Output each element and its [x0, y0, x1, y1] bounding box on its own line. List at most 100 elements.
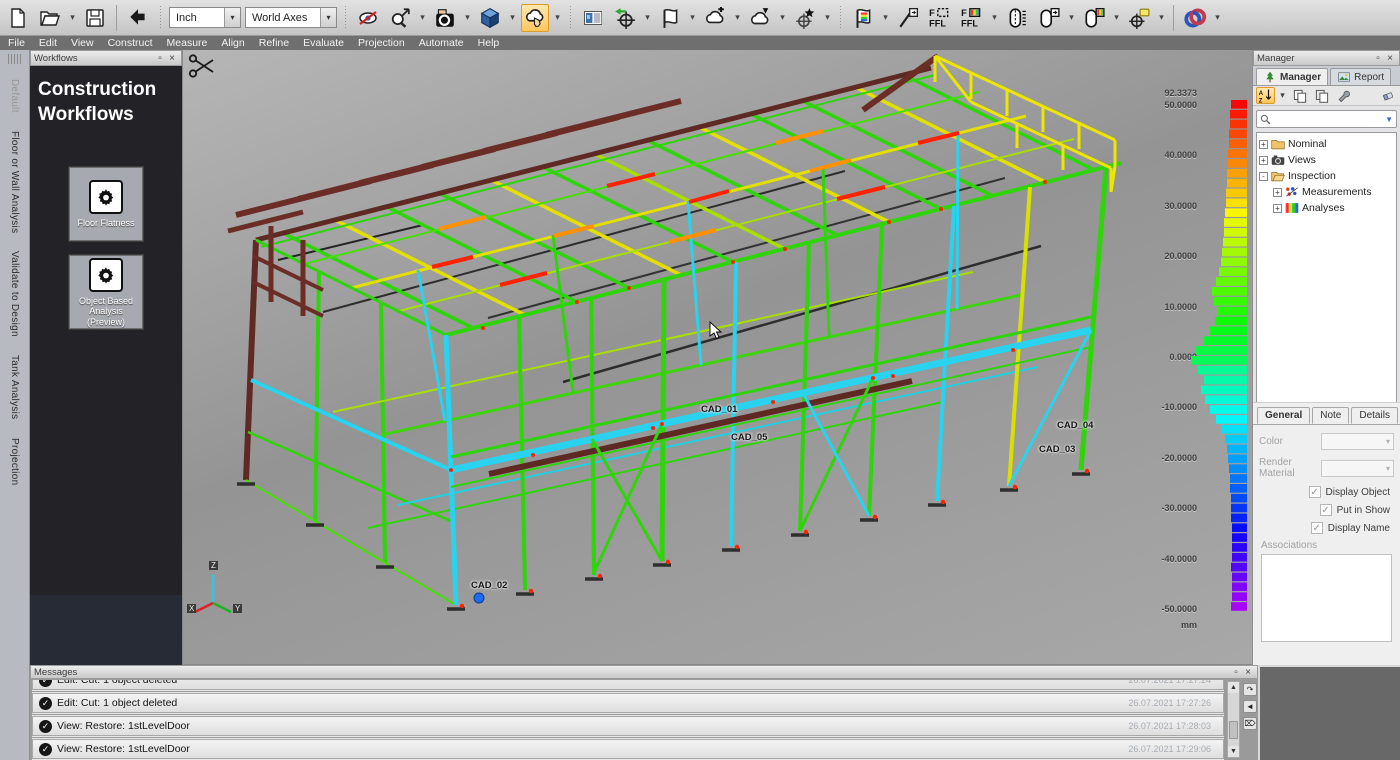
- pick-point-cloud-icon[interactable]: [521, 4, 549, 32]
- menu-item-align[interactable]: Align: [221, 37, 244, 49]
- close-icon[interactable]: ×: [1242, 667, 1254, 678]
- polyworks-logo-icon[interactable]: [1181, 4, 1209, 32]
- cad-label-cad_05[interactable]: CAD_05: [731, 432, 767, 443]
- object-based-analysis-button[interactable]: Object Based Analysis (Preview): [69, 255, 143, 329]
- floor-flatness-colormap-icon[interactable]: FFFL: [958, 4, 986, 32]
- menu-item-automate[interactable]: Automate: [419, 37, 464, 49]
- cloud-add-icon[interactable]: [701, 4, 729, 32]
- tree-item-views[interactable]: +Views: [1259, 152, 1394, 168]
- tab-note[interactable]: Note: [1312, 407, 1349, 424]
- wrench-icon[interactable]: [1334, 87, 1353, 104]
- cylinder-extract-icon[interactable]: [1035, 4, 1063, 32]
- view-cube-icon[interactable]: [476, 4, 504, 32]
- cloud-add-caret[interactable]: ▾: [733, 12, 742, 23]
- zoom-tool-icon[interactable]: [386, 4, 414, 32]
- probe-line-icon[interactable]: [894, 4, 922, 32]
- tree-item-inspection[interactable]: -Inspection: [1259, 168, 1394, 184]
- scissors-icon[interactable]: [190, 55, 213, 76]
- tree-expander[interactable]: +: [1273, 204, 1282, 213]
- annotation-flag-icon[interactable]: [656, 4, 684, 32]
- tab-details[interactable]: Details: [1351, 407, 1398, 424]
- annotation-flag-caret[interactable]: ▾: [688, 12, 697, 23]
- floor-flatness-colormap-caret[interactable]: ▾: [990, 12, 999, 23]
- tree-expander[interactable]: -: [1259, 172, 1268, 181]
- target-tag-caret[interactable]: ▾: [1157, 12, 1166, 23]
- checkbox-display-object[interactable]: ✓: [1309, 486, 1321, 498]
- left-tab-projection[interactable]: Projection: [9, 438, 20, 485]
- menu-item-help[interactable]: Help: [478, 37, 500, 49]
- open-project-icon[interactable]: [36, 4, 64, 32]
- target-tag-icon[interactable]: [1125, 4, 1153, 32]
- message-row[interactable]: Edit: Cut: 1 object deleted26.07.2021 17…: [32, 680, 1224, 690]
- move-anchor-caret[interactable]: ▾: [643, 12, 652, 23]
- survey-sphere[interactable]: [474, 593, 484, 603]
- polyworks-logo-caret[interactable]: ▾: [1213, 12, 1222, 23]
- menu-item-view[interactable]: View: [71, 37, 94, 49]
- duplicate-icon[interactable]: [1312, 87, 1331, 104]
- viewport-3d[interactable]: Z X Y CAD_01CAD_05CAD_02CAD_03CAD_04 92.…: [182, 50, 1252, 665]
- menu-item-refine[interactable]: Refine: [259, 37, 289, 49]
- scroll-down-icon[interactable]: ▼: [1228, 746, 1239, 757]
- checkbox-put-in-show[interactable]: ✓: [1320, 504, 1332, 516]
- menu-item-construct[interactable]: Construct: [108, 37, 153, 49]
- left-tab-floor-or-wall-analysis[interactable]: Floor or Wall Analysis: [9, 131, 20, 233]
- message-row[interactable]: View: Restore: 1stLevelDoor26.07.2021 17…: [32, 716, 1224, 736]
- pin-icon[interactable]: ▫: [1372, 53, 1384, 64]
- left-tab-default[interactable]: Default: [9, 79, 20, 113]
- cloud-extract-icon[interactable]: [746, 4, 774, 32]
- tab-manager[interactable]: Manager: [1256, 68, 1328, 85]
- pin-icon[interactable]: ▫: [1230, 667, 1242, 678]
- left-tab-tank-analysis[interactable]: Tank Analysis: [9, 355, 20, 420]
- tree-item-nominal[interactable]: +Nominal: [1259, 136, 1394, 152]
- close-icon[interactable]: ×: [1384, 53, 1396, 64]
- hide-objects-icon[interactable]: [354, 4, 382, 32]
- grip-handle[interactable]: [8, 54, 22, 64]
- open-project-caret[interactable]: ▾: [68, 12, 77, 23]
- cylinder-colormap-icon[interactable]: [1080, 4, 1108, 32]
- checkbox-display-name[interactable]: ✓: [1311, 522, 1323, 534]
- undo-icon[interactable]: [124, 4, 152, 32]
- copy-icon[interactable]: [1290, 87, 1309, 104]
- scroll-thumb[interactable]: [1229, 721, 1238, 739]
- cad-label-cad_01[interactable]: CAD_01: [701, 404, 737, 415]
- target-star-caret[interactable]: ▾: [823, 12, 832, 23]
- cylinder-extract-caret[interactable]: ▾: [1067, 12, 1076, 23]
- colormap-flag-caret[interactable]: ▾: [881, 12, 890, 23]
- cylinder-measure-icon[interactable]: [1003, 4, 1031, 32]
- sort-caret[interactable]: ▾: [1278, 90, 1287, 101]
- tree-expander[interactable]: +: [1259, 156, 1268, 165]
- tab-general[interactable]: General: [1257, 407, 1310, 424]
- search-dropdown-icon[interactable]: ▼: [1385, 115, 1393, 124]
- pick-point-cloud-caret[interactable]: ▾: [553, 12, 562, 23]
- unit-combobox[interactable]: Inch ▾: [169, 7, 241, 28]
- snapshot-camera-caret[interactable]: ▾: [463, 12, 472, 23]
- render-material-select[interactable]: ▾: [1321, 460, 1394, 477]
- split-view-icon[interactable]: [579, 4, 607, 32]
- associations-list[interactable]: [1261, 554, 1392, 642]
- menu-item-measure[interactable]: Measure: [167, 37, 208, 49]
- snapshot-camera-icon[interactable]: [431, 4, 459, 32]
- pin-icon[interactable]: ▫: [154, 53, 166, 64]
- messages-scrollbar[interactable]: ▲ ▼: [1227, 681, 1240, 758]
- floor-flatness-frame-icon[interactable]: FFFL: [926, 4, 954, 32]
- color-select[interactable]: ▾: [1321, 433, 1394, 450]
- menu-item-evaluate[interactable]: Evaluate: [303, 37, 344, 49]
- scroll-up-icon[interactable]: ▲: [1228, 682, 1239, 693]
- search-input[interactable]: [1271, 114, 1385, 125]
- message-row[interactable]: View: Restore: 1stLevelDoor26.07.2021 17…: [32, 739, 1224, 759]
- left-tab-validate-to-design[interactable]: Validate to Design: [9, 251, 20, 337]
- export-log-icon[interactable]: ↷: [1243, 683, 1257, 696]
- eraser-icon[interactable]: [1378, 87, 1397, 104]
- cylinder-colormap-caret[interactable]: ▾: [1112, 12, 1121, 23]
- tree-expander[interactable]: +: [1259, 140, 1268, 149]
- menu-item-projection[interactable]: Projection: [358, 37, 405, 49]
- cad-label-cad_03[interactable]: CAD_03: [1039, 444, 1075, 455]
- menu-item-file[interactable]: File: [8, 37, 25, 49]
- floor-flatness-button[interactable]: Floor Flatness: [69, 167, 143, 241]
- close-icon[interactable]: ×: [166, 53, 178, 64]
- manager-search[interactable]: ▼: [1256, 110, 1397, 128]
- tree-item-measurements[interactable]: +Measurements: [1259, 184, 1394, 200]
- axes-combobox[interactable]: World Axes ▾: [245, 7, 337, 28]
- save-icon[interactable]: [81, 4, 109, 32]
- menu-item-edit[interactable]: Edit: [39, 37, 57, 49]
